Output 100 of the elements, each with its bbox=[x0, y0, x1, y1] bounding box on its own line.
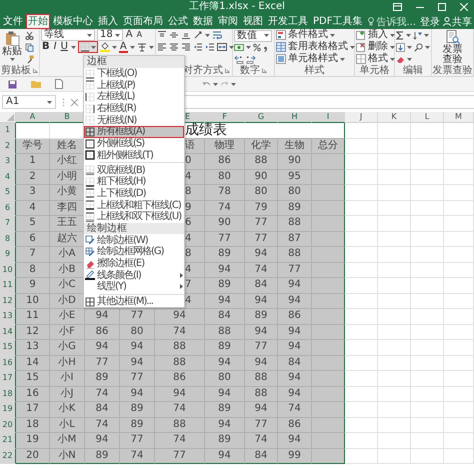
wrap-text-icon[interactable] bbox=[212, 30, 222, 40]
decrease-decimal-icon[interactable] bbox=[246, 54, 256, 64]
phonetic-guide-icon[interactable] bbox=[136, 42, 147, 52]
align-center-icon[interactable] bbox=[169, 42, 179, 52]
row-header[interactable]: 9 bbox=[0, 247, 16, 262]
caret-icon[interactable] bbox=[213, 82, 218, 86]
column-header[interactable]: A bbox=[16, 112, 50, 123]
row-header[interactable]: 17 bbox=[0, 371, 16, 386]
name-box[interactable]: A1 bbox=[2, 95, 56, 109]
ribbon-tab[interactable]: 公式 bbox=[166, 14, 190, 29]
menu-item[interactable]: 其他边框(M)... bbox=[84, 296, 184, 308]
number-format-field[interactable]: 数值 bbox=[234, 30, 272, 42]
share-button[interactable]: 共享 bbox=[443, 14, 472, 28]
caret-icon[interactable] bbox=[424, 34, 429, 36]
caret-icon[interactable] bbox=[87, 34, 92, 36]
bold-button[interactable]: B bbox=[41, 42, 51, 52]
currency-icon[interactable] bbox=[234, 42, 244, 52]
search-icon[interactable] bbox=[414, 42, 423, 52]
increase-font-button[interactable]: A bbox=[124, 30, 134, 40]
column-header[interactable]: B bbox=[50, 112, 85, 123]
cancel-icon[interactable] bbox=[71, 98, 78, 106]
align-right-icon[interactable] bbox=[181, 42, 191, 52]
ribbon-tab[interactable]: PDF工具集 bbox=[311, 14, 364, 29]
row-header[interactable]: 14 bbox=[0, 324, 16, 340]
maximize-icon[interactable] bbox=[438, 3, 446, 11]
invoice-check-button[interactable]: 发票查验 bbox=[433, 29, 472, 64]
sort-filter-icon[interactable] bbox=[413, 30, 422, 40]
caret-icon[interactable] bbox=[340, 58, 345, 60]
caret-icon[interactable] bbox=[112, 46, 117, 48]
column-header[interactable]: G bbox=[245, 112, 278, 123]
copy-icon[interactable] bbox=[25, 43, 34, 52]
increase-indent-icon[interactable] bbox=[205, 42, 215, 52]
column-header[interactable]: H bbox=[278, 112, 312, 123]
dialog-launcher-icon[interactable] bbox=[262, 68, 267, 73]
italic-button[interactable]: I bbox=[52, 42, 58, 52]
tell-me-field[interactable]: 告诉我... bbox=[368, 14, 416, 29]
caret-icon[interactable] bbox=[47, 100, 52, 104]
style-button[interactable]: 套用表格格式 bbox=[276, 42, 355, 52]
close-icon[interactable] bbox=[460, 3, 468, 11]
new-document-icon[interactable] bbox=[55, 79, 63, 89]
fill-down-icon[interactable] bbox=[396, 42, 405, 52]
align-middle-icon[interactable] bbox=[169, 30, 179, 40]
dialog-launcher-icon[interactable] bbox=[225, 68, 230, 73]
caret-icon[interactable] bbox=[70, 46, 76, 48]
caret-icon[interactable] bbox=[231, 82, 236, 86]
ribbon-tab[interactable]: 文件 bbox=[1, 14, 25, 29]
menu-item[interactable]: 上框线(P) bbox=[84, 79, 184, 92]
row-header[interactable]: 2 bbox=[0, 138, 16, 154]
caret-icon[interactable] bbox=[148, 46, 154, 48]
decrease-font-button[interactable]: A bbox=[136, 30, 144, 40]
font-name-field[interactable]: 等线 bbox=[41, 29, 95, 41]
caret-icon[interactable] bbox=[130, 46, 135, 48]
menu-item[interactable]: 线型(Y) bbox=[84, 281, 184, 293]
row-header[interactable]: 12 bbox=[0, 294, 16, 309]
row-header[interactable]: 15 bbox=[0, 340, 16, 356]
caret-icon[interactable] bbox=[390, 58, 395, 60]
caret-icon[interactable] bbox=[264, 34, 269, 37]
borders-button[interactable] bbox=[78, 41, 98, 53]
ribbon-tab[interactable]: 页面布局 bbox=[121, 14, 165, 29]
cells-button[interactable]: 插入 bbox=[356, 30, 395, 40]
row-header[interactable]: 22 bbox=[0, 448, 16, 464]
increase-decimal-icon[interactable] bbox=[234, 54, 244, 64]
row-header[interactable]: 21 bbox=[0, 433, 16, 448]
decrease-indent-icon[interactable] bbox=[193, 42, 203, 52]
font-color-button[interactable]: A bbox=[118, 42, 128, 52]
fill-color-icon[interactable] bbox=[100, 42, 110, 52]
ribbon-tab[interactable]: 开发工具 bbox=[266, 14, 310, 29]
sum-icon[interactable] bbox=[396, 30, 404, 40]
caret-icon[interactable] bbox=[229, 46, 234, 48]
row-header[interactable]: 1 bbox=[0, 123, 16, 138]
underline-button[interactable]: U bbox=[60, 42, 69, 52]
row-header[interactable]: 16 bbox=[0, 356, 16, 371]
row-header[interactable]: 10 bbox=[0, 262, 16, 278]
column-header[interactable]: K bbox=[378, 112, 411, 123]
menu-item[interactable]: 线条颜色(I) bbox=[84, 269, 184, 282]
menu-item[interactable]: 双底框线(B) bbox=[84, 164, 184, 176]
menu-item[interactable]: 左框线(L) bbox=[84, 91, 184, 103]
ribbon-tab[interactable]: 视图 bbox=[241, 14, 265, 29]
caret-icon[interactable] bbox=[205, 34, 210, 36]
column-header[interactable]: L bbox=[411, 112, 444, 123]
row-header[interactable]: 3 bbox=[0, 154, 16, 170]
undo-icon[interactable] bbox=[202, 80, 211, 88]
caret-icon[interactable] bbox=[425, 46, 430, 48]
merge-cells-icon[interactable] bbox=[217, 42, 227, 52]
ribbon-tab[interactable]: 开始 bbox=[26, 14, 50, 29]
align-left-icon[interactable] bbox=[157, 42, 167, 52]
caret-icon[interactable] bbox=[407, 46, 412, 48]
caret-icon[interactable] bbox=[407, 58, 412, 60]
caret-icon[interactable] bbox=[114, 34, 120, 36]
row-header[interactable]: 6 bbox=[0, 200, 16, 216]
row-header[interactable]: 11 bbox=[0, 278, 16, 294]
menu-item[interactable]: 下框线(O) bbox=[84, 68, 184, 80]
percent-icon[interactable] bbox=[253, 42, 261, 52]
row-header[interactable]: 13 bbox=[0, 309, 16, 324]
eraser-icon[interactable] bbox=[396, 54, 405, 64]
caret-icon[interactable] bbox=[406, 34, 411, 36]
dialog-launcher-icon[interactable] bbox=[33, 68, 38, 73]
row-header[interactable]: 18 bbox=[0, 386, 16, 402]
sign-in-link[interactable]: 登录 bbox=[420, 14, 440, 28]
scissors-icon[interactable] bbox=[25, 31, 34, 40]
